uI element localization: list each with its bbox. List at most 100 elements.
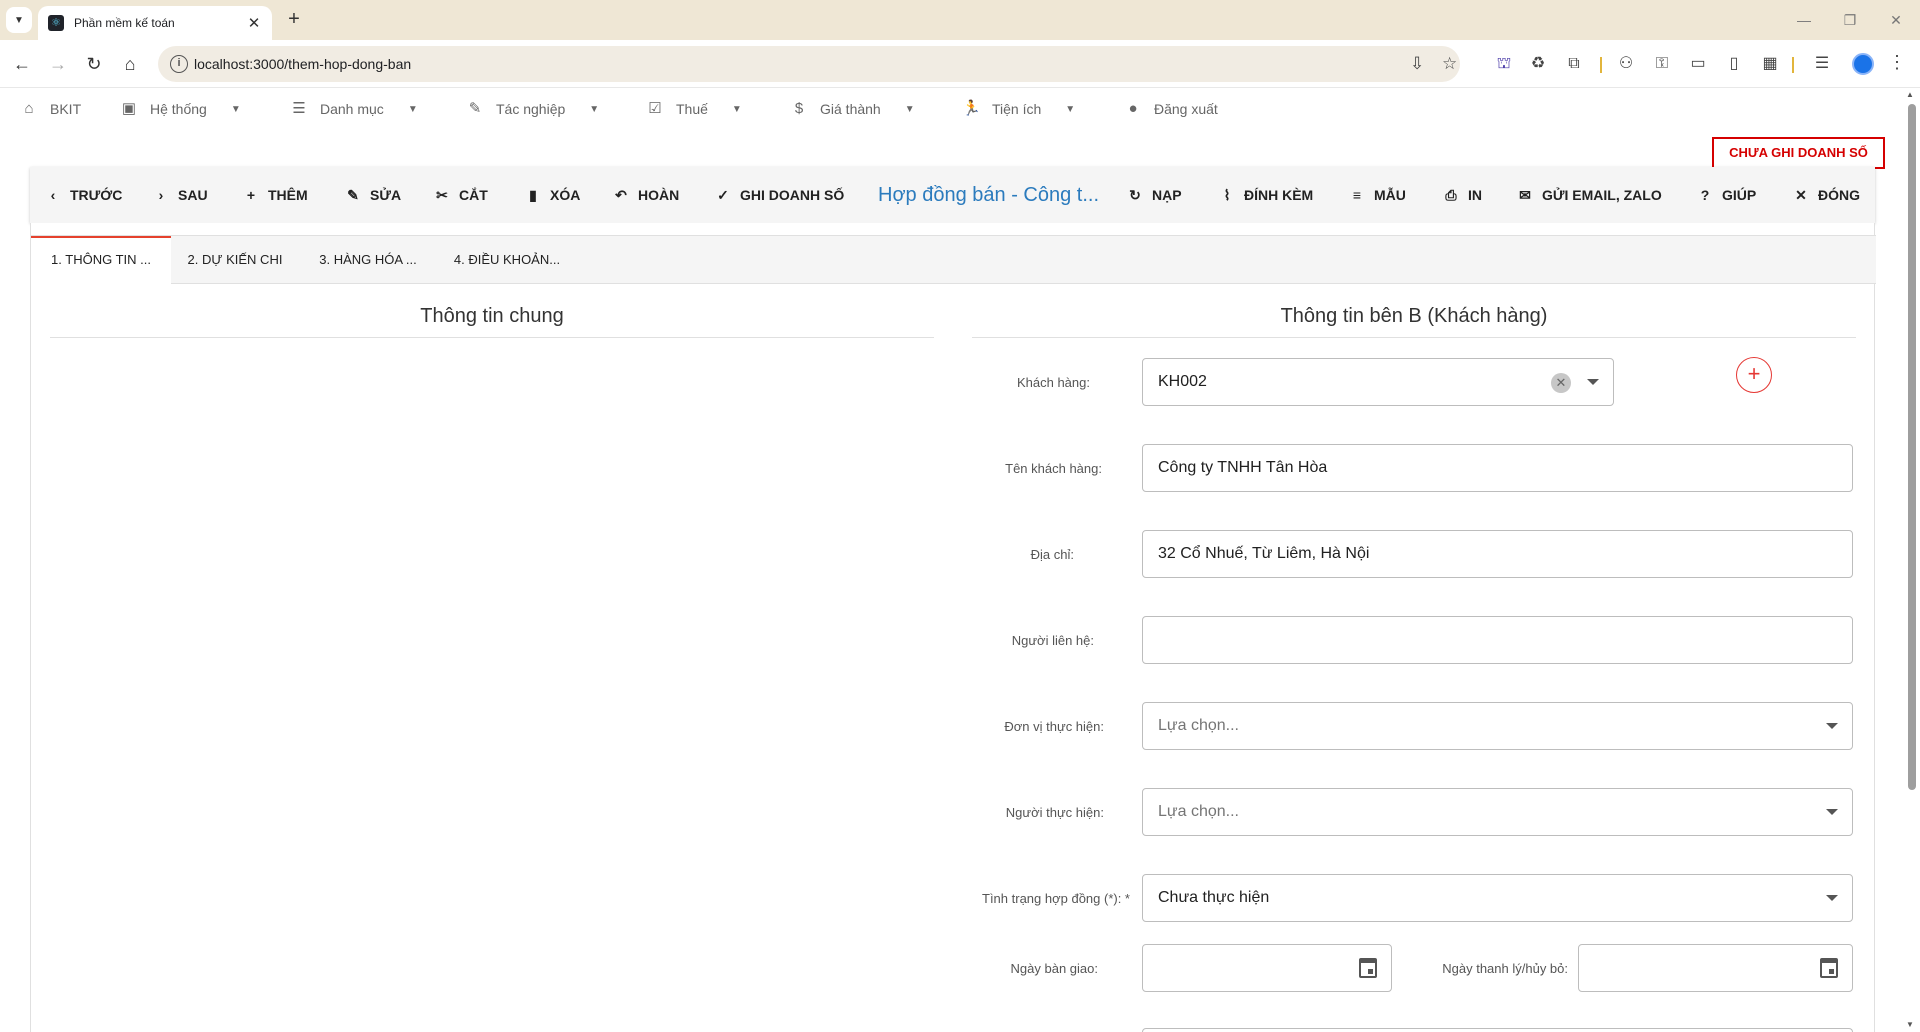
next-button[interactable]: › SAU bbox=[154, 167, 208, 223]
executor-label: Người thực hiện: bbox=[1005, 805, 1104, 820]
menu-danh-muc[interactable]: ☰ Danh mục ▼ bbox=[290, 98, 418, 120]
chevron-left-icon: ‹ bbox=[50, 187, 56, 203]
prev-button[interactable]: ‹ TRƯỚC bbox=[46, 167, 123, 223]
home-icon[interactable]: ⌂ bbox=[116, 50, 144, 78]
password-key-icon[interactable]: ⚿ bbox=[1652, 54, 1672, 74]
menu-bkit[interactable]: ⌂ BKIT bbox=[20, 98, 81, 120]
back-icon[interactable]: ← bbox=[8, 50, 36, 78]
edit-button[interactable]: ✎ SỬA bbox=[346, 167, 401, 223]
help-button[interactable]: ? GIÚP bbox=[1698, 167, 1757, 223]
tab-close-icon[interactable]: ✕ bbox=[246, 14, 262, 32]
cut-label: CẮT bbox=[459, 187, 488, 203]
tab-title: Phần mềm kế toán bbox=[74, 16, 175, 30]
side-panel-icon[interactable]: ▦ bbox=[1760, 54, 1780, 74]
cut-button[interactable]: ✂ CẮT bbox=[435, 167, 488, 223]
reading-mode-icon[interactable]: ▯ bbox=[1724, 54, 1744, 74]
menu-tien-ich[interactable]: 🏃 Tiện ích ▼ bbox=[962, 98, 1075, 120]
incognito-icon[interactable]: ⚇ bbox=[1616, 54, 1636, 74]
contact-field[interactable] bbox=[1142, 616, 1853, 664]
dropdown-caret-icon[interactable] bbox=[1826, 723, 1838, 729]
record-sales-label: GHI DOANH SỐ bbox=[740, 187, 845, 203]
prev-label: TRƯỚC bbox=[70, 187, 123, 203]
site-info-icon[interactable]: i bbox=[170, 55, 188, 73]
help-icon: ? bbox=[1700, 187, 1710, 203]
customer-select[interactable]: KH002 ✕ bbox=[1142, 358, 1614, 406]
next-label: SAU bbox=[178, 187, 208, 203]
attach-button[interactable]: ⌇ ĐÍNH KÈM bbox=[1220, 167, 1314, 223]
app-menubar: ⌂ BKIT ▣ Hệ thống ▼ ☰ Danh mục ▼ ✎ Tác n… bbox=[0, 88, 1910, 130]
executor-select[interactable]: Lựa chọn... bbox=[1142, 788, 1853, 836]
template-button[interactable]: ≡ MẪU bbox=[1350, 167, 1406, 223]
unit-select[interactable]: Lựa chọn... bbox=[1142, 702, 1853, 750]
caret-down-icon: ▼ bbox=[230, 103, 241, 115]
address-field[interactable]: 32 Cổ Nhuế, Từ Liêm, Hà Nội bbox=[1142, 530, 1853, 578]
print-button[interactable]: ⎙ IN bbox=[1444, 167, 1482, 223]
extension-badge-icon[interactable]: ⛫ bbox=[1494, 54, 1514, 74]
send-email-zalo-button[interactable]: ✉ GỬI EMAIL, ZALO bbox=[1518, 167, 1662, 223]
profile-avatar[interactable] bbox=[1852, 53, 1874, 75]
menu-thue[interactable]: ☑ Thuế ▼ bbox=[646, 98, 742, 120]
add-customer-button[interactable]: + bbox=[1736, 357, 1772, 393]
form-tabs: 1. THÔNG TIN ... 2. DỰ KIẾN CHI 3. HÀNG … bbox=[31, 235, 1876, 284]
browser-tabstrip: ▼ ⚛ Phần mềm kế toán ✕ + — ❐ ✕ bbox=[0, 0, 1920, 40]
tab-expected-costs[interactable]: 2. DỰ KIẾN CHI bbox=[171, 236, 299, 284]
dropdown-caret-icon[interactable] bbox=[1826, 809, 1838, 815]
customer-name-field[interactable]: Công ty TNHH Tân Hòa bbox=[1142, 444, 1853, 492]
caret-down-icon: ▼ bbox=[589, 103, 600, 115]
restore-icon[interactable]: ❐ bbox=[1828, 8, 1872, 32]
tab-search-chevron-icon[interactable]: ▼ bbox=[6, 7, 32, 33]
caret-down-icon: ▼ bbox=[407, 103, 418, 115]
reload-data-button[interactable]: ↻ NẠP bbox=[1128, 167, 1182, 223]
browser-tab[interactable]: ⚛ Phần mềm kế toán ✕ bbox=[38, 6, 272, 40]
customer-name-label: Tên khách hàng: bbox=[1005, 461, 1102, 476]
forward-icon[interactable]: → bbox=[44, 50, 72, 78]
menu-label: Giá thành bbox=[820, 101, 881, 117]
menu-dang-xuat[interactable]: ● Đăng xuất bbox=[1124, 98, 1217, 120]
install-app-icon[interactable]: ⇩ bbox=[1410, 54, 1424, 74]
caret-down-icon: ▼ bbox=[731, 103, 742, 115]
tab-general-info[interactable]: 1. THÔNG TIN ... bbox=[31, 236, 171, 284]
browser-menu-icon[interactable]: ⋮ bbox=[1888, 52, 1906, 73]
reload-icon[interactable]: ↻ bbox=[80, 50, 108, 78]
new-tab-icon[interactable]: + bbox=[282, 8, 306, 32]
window-close-icon[interactable]: ✕ bbox=[1874, 8, 1918, 32]
calendar-icon[interactable] bbox=[1359, 958, 1377, 978]
scroll-up-icon[interactable]: ▲ bbox=[1906, 90, 1914, 99]
close-button[interactable]: ✕ ĐÓNG bbox=[1794, 167, 1860, 223]
scrollbar-thumb[interactable] bbox=[1908, 104, 1916, 790]
contract-status-select[interactable]: Chưa thực hiện bbox=[1142, 874, 1853, 922]
menu-he-thong[interactable]: ▣ Hệ thống ▼ bbox=[120, 98, 241, 120]
reload-data-label: NẠP bbox=[1152, 187, 1182, 203]
handover-date-field[interactable] bbox=[1142, 944, 1392, 992]
bookmark-star-icon[interactable]: ☆ bbox=[1442, 54, 1457, 74]
add-button[interactable]: + THÊM bbox=[244, 167, 308, 223]
undo-button[interactable]: ↶ HOÀN bbox=[614, 167, 679, 223]
menu-tac-nghiep[interactable]: ✎ Tác nghiệp ▼ bbox=[466, 98, 599, 120]
reading-list-icon[interactable]: ☰ bbox=[1812, 54, 1832, 74]
menu-gia-thanh[interactable]: $ Giá thành ▼ bbox=[790, 98, 915, 120]
payment-card-icon[interactable]: ▭ bbox=[1688, 54, 1708, 74]
template-label: MẪU bbox=[1374, 187, 1406, 203]
record-sales-button[interactable]: ✓ GHI DOANH SỐ bbox=[716, 167, 844, 223]
scroll-down-icon[interactable]: ▼ bbox=[1906, 1020, 1914, 1029]
customer-label: Khách hàng: bbox=[1016, 375, 1090, 390]
liquidation-date-field[interactable] bbox=[1578, 944, 1853, 992]
url-text[interactable]: localhost:3000/them-hop-dong-ban bbox=[194, 56, 411, 72]
runner-icon: 🏃 bbox=[962, 100, 981, 117]
extensions-puzzle-icon[interactable]: ⧉ bbox=[1564, 54, 1584, 74]
address-value: 32 Cổ Nhuế, Từ Liêm, Hà Nội bbox=[1158, 545, 1370, 562]
calendar-icon[interactable] bbox=[1820, 958, 1838, 978]
recycle-icon[interactable]: ♻ bbox=[1528, 54, 1548, 74]
save-icon: ▣ bbox=[121, 100, 137, 117]
minimize-icon[interactable]: — bbox=[1782, 8, 1826, 32]
dropdown-caret-icon[interactable] bbox=[1587, 379, 1599, 385]
next-field-partial[interactable] bbox=[1142, 1028, 1853, 1032]
check-icon: ✓ bbox=[717, 186, 729, 203]
clear-icon[interactable]: ✕ bbox=[1551, 373, 1571, 393]
tab-goods[interactable]: 3. HÀNG HÓA ... bbox=[299, 236, 437, 284]
address-bar[interactable]: i localhost:3000/them-hop-dong-ban ⇩ ☆ bbox=[158, 46, 1460, 82]
dropdown-caret-icon[interactable] bbox=[1826, 895, 1838, 901]
close-icon: ✕ bbox=[1795, 186, 1807, 203]
tab-terms[interactable]: 4. ĐIỀU KHOẢN... bbox=[437, 236, 577, 284]
delete-button[interactable]: ▮ XÓA bbox=[526, 167, 580, 223]
